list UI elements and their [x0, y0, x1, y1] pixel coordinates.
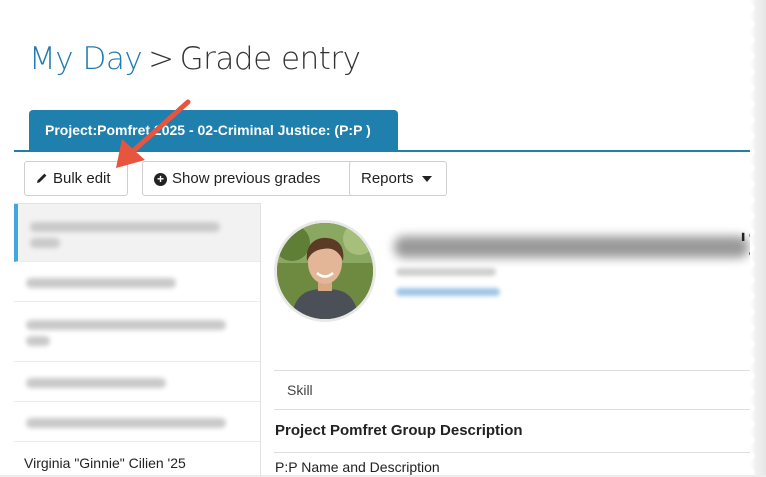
tab-divider — [14, 150, 760, 152]
pencil-icon — [36, 163, 48, 196]
reports-dropdown-button[interactable]: Reports — [349, 161, 447, 196]
student-list: Virginia "Ginnie" Cilien '25 — [14, 203, 261, 476]
skill-group-row: Project Pomfret Group Description — [274, 410, 760, 453]
page-title: My Day > Grade entry — [29, 40, 361, 78]
redacted-student-name — [394, 236, 749, 258]
redacted-link[interactable] — [396, 288, 500, 296]
student-list-item[interactable] — [14, 302, 260, 362]
page: My Day > Grade entry Project:Pomfret 2025 … — [0, 0, 766, 476]
show-previous-grades-button[interactable]: + Show previous grades — [142, 161, 358, 196]
redacted-text — [26, 278, 176, 288]
skill-table: Skill Project Pomfret Group Description … — [274, 370, 760, 477]
student-list-item[interactable] — [14, 204, 260, 262]
show-previous-grades-label: Show previous grades — [172, 170, 321, 187]
skill-column-header: Skill — [274, 370, 760, 410]
skill-row: P:P Name and Description — [275, 459, 440, 475]
bulk-edit-button[interactable]: Bulk edit — [24, 161, 128, 196]
redacted-text — [26, 320, 226, 330]
redacted-text — [30, 222, 220, 232]
reports-label: Reports — [361, 170, 414, 187]
chevron-down-icon — [421, 176, 432, 183]
breadcrumb-my-day-link[interactable]: My Day — [29, 41, 143, 77]
breadcrumb-current: Grade entry — [179, 41, 361, 77]
student-list-item[interactable] — [14, 262, 260, 302]
student-name: Virginia "Ginnie" Cilien '25 — [24, 455, 186, 471]
student-list-item[interactable]: Virginia "Ginnie" Cilien '25 — [14, 442, 260, 476]
torn-page-edge — [750, 0, 766, 475]
redacted-text — [26, 378, 166, 388]
redacted-text — [30, 238, 60, 248]
tab-project[interactable]: Project:Pomfret 2025 - 02-Criminal Justi… — [29, 110, 398, 151]
student-list-item[interactable] — [14, 402, 260, 442]
bulk-edit-label: Bulk edit — [53, 170, 111, 187]
redacted-text — [26, 336, 50, 346]
redacted-text — [396, 268, 496, 276]
student-list-item[interactable] — [14, 362, 260, 402]
redacted-text — [26, 418, 226, 428]
plus-circle-icon: + — [154, 172, 167, 186]
avatar — [274, 220, 376, 322]
breadcrumb-separator: > — [148, 41, 174, 77]
